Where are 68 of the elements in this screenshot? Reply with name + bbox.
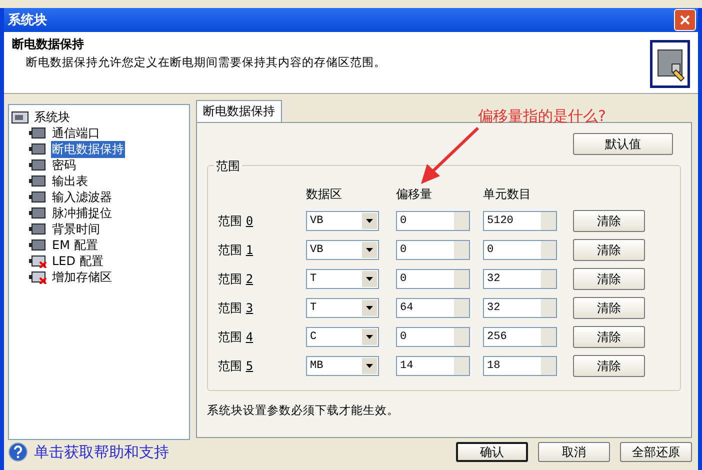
data-area-dropdown[interactable]: T — [306, 269, 379, 289]
clear-button[interactable]: 清除 — [573, 239, 645, 261]
range-label: 范围 5 — [218, 358, 254, 374]
count-field[interactable]: 0 — [483, 240, 557, 260]
help-link[interactable]: 单击获取帮助和支持 — [34, 442, 169, 462]
dropdown-arrow-icon — [366, 364, 373, 368]
tab[interactable]: 断电数据保持 — [196, 100, 282, 122]
column-header: 单元数目 — [483, 186, 532, 203]
clear-button[interactable]: 清除 — [573, 210, 645, 232]
offset-field[interactable]: 0 — [396, 327, 470, 347]
clear-button[interactable]: 清除 — [573, 326, 645, 348]
dropdown-arrow-icon — [366, 306, 373, 310]
range-label: 范围 4 — [218, 328, 254, 346]
count-field[interactable]: 32 — [483, 269, 557, 289]
data-area-dropdown[interactable]: T — [306, 298, 379, 318]
count-field[interactable]: 32 — [483, 298, 557, 318]
offset-field[interactable]: 14 — [396, 356, 470, 376]
annotation-text: 偏移量指的是什么? — [478, 107, 606, 126]
tree-item[interactable]: 系统块 — [33, 108, 71, 126]
close-button[interactable] — [674, 9, 696, 31]
tree-item[interactable]: EM 配置 — [51, 236, 99, 254]
dropdown-arrow-icon — [366, 335, 373, 339]
range-label: 范围 2 — [218, 270, 254, 288]
dropdown-arrow-icon — [366, 219, 373, 223]
tree-item[interactable]: 断电数据保持 — [51, 140, 125, 158]
header-title: 断电数据保持 — [12, 36, 85, 53]
count-field[interactable]: 18 — [483, 356, 557, 376]
group-title: 范围 — [214, 158, 242, 175]
tree-item[interactable]: 输入滤波器 — [51, 188, 113, 206]
folder-module-icon — [11, 110, 29, 124]
dropdown-arrow-icon — [366, 248, 373, 252]
clear-button[interactable]: 清除 — [573, 268, 645, 290]
module-hand-icon — [650, 40, 690, 88]
clear-button[interactable]: 清除 — [573, 355, 645, 377]
column-header: 偏移量 — [396, 186, 433, 203]
tree-item[interactable]: 密码 — [51, 156, 77, 174]
data-area-dropdown[interactable]: VB — [306, 211, 379, 231]
range-label: 范围 1 — [218, 242, 254, 258]
dialog-button[interactable]: 取消 — [538, 442, 610, 462]
dialog-button[interactable]: 全部还原 — [620, 442, 692, 462]
tree-item[interactable]: 背景时间 — [51, 220, 101, 238]
offset-field[interactable]: 0 — [396, 211, 470, 231]
data-area-dropdown[interactable]: VB — [306, 240, 379, 260]
data-area-dropdown[interactable]: MB — [306, 356, 379, 376]
offset-field[interactable]: 0 — [396, 240, 470, 260]
header-description: 断电数据保持允许您定义在断电期间需要保持其内容的存储区范围。 — [26, 55, 386, 70]
default-button[interactable]: 默认值 — [573, 133, 673, 155]
tree-item[interactable]: 脉冲捕捉位 — [51, 204, 113, 222]
close-icon — [680, 15, 690, 25]
data-area-dropdown[interactable]: C — [306, 327, 379, 347]
column-header: 数据区 — [306, 186, 343, 203]
tree-item[interactable]: 输出表 — [51, 172, 89, 190]
tree-item[interactable]: 增加存储区 — [51, 268, 113, 286]
annotation-arrow — [418, 126, 480, 186]
offset-field[interactable]: 64 — [396, 298, 470, 318]
range-label: 范围 0 — [218, 212, 254, 230]
dialog-button[interactable]: 确认 — [456, 442, 528, 462]
count-field[interactable]: 256 — [483, 327, 557, 347]
help-icon — [8, 442, 28, 462]
count-field[interactable]: 5120 — [483, 211, 557, 231]
range-label: 范围 3 — [218, 300, 254, 316]
tree-item[interactable]: 通信端口 — [51, 124, 101, 142]
dropdown-arrow-icon — [366, 277, 373, 281]
tree-item[interactable]: LED 配置 — [51, 252, 104, 270]
clear-button[interactable]: 清除 — [573, 297, 645, 319]
note-text: 系统块设置参数必须下载才能生效。 — [207, 403, 400, 418]
window-title: 系统块 — [8, 12, 47, 29]
offset-field[interactable]: 0 — [396, 269, 470, 289]
